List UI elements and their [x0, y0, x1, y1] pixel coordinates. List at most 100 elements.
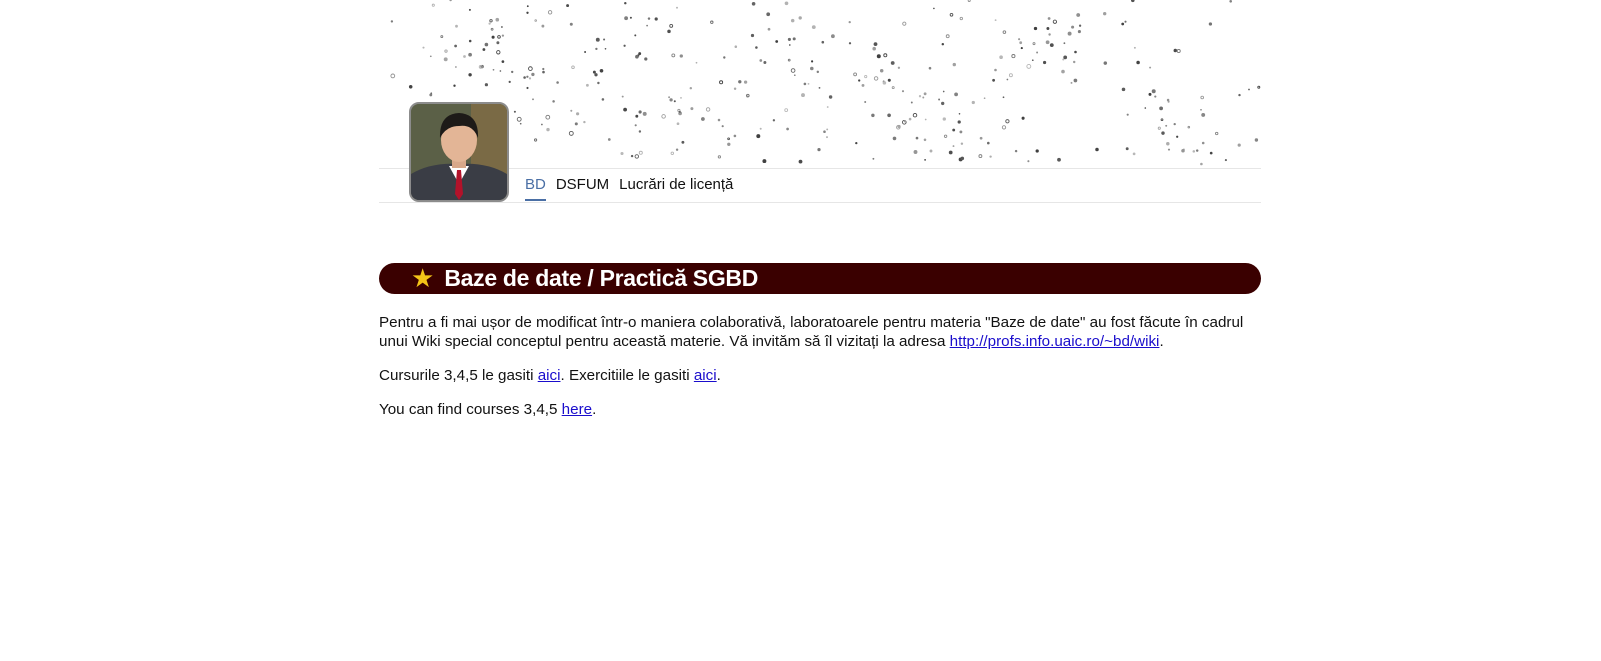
courses-link[interactable]: aici	[538, 367, 561, 384]
header: BD DSFUM Lucrări de licență	[379, 0, 1261, 205]
banner-dot	[638, 130, 642, 133]
banner-dot	[954, 92, 959, 97]
banner-dot	[1074, 50, 1077, 54]
banner-dot	[531, 72, 535, 77]
banner-dot	[994, 19, 997, 22]
banner-dot	[717, 155, 722, 159]
banner-dot	[733, 87, 737, 91]
banner-dot	[1095, 147, 1099, 152]
banner-dot	[882, 81, 887, 85]
banner-dot	[1001, 125, 1007, 130]
wiki-link[interactable]: http://profs.info.uaic.ro/~bd/wiki	[950, 333, 1160, 350]
tab-bd[interactable]: BD	[525, 176, 546, 201]
banner-dot	[1061, 69, 1065, 74]
banner-dot	[943, 134, 948, 138]
page-title: Baze de date / Practică SGBD	[444, 265, 759, 291]
banner-dot	[1073, 78, 1078, 83]
banner-dot	[915, 136, 919, 140]
banner-dot	[1151, 89, 1156, 94]
banner-dot	[816, 70, 820, 74]
banner-dot	[901, 90, 905, 93]
dots-pattern	[390, 0, 1261, 166]
banner-dot	[422, 46, 425, 49]
banner-dot	[620, 151, 624, 156]
here-link[interactable]: here	[562, 401, 592, 418]
banner-dot	[516, 116, 522, 122]
banner-dot	[429, 55, 432, 58]
banner-dot	[623, 44, 626, 47]
banner-dot	[597, 81, 600, 85]
banner-dot	[1237, 143, 1241, 147]
banner-dot	[1049, 43, 1054, 47]
banner-dot	[1160, 118, 1164, 122]
banner-dot	[670, 151, 675, 156]
banner-dot	[523, 76, 526, 79]
exercises-link[interactable]: aici	[694, 367, 717, 384]
banner-dot	[994, 68, 997, 72]
banner-dot	[983, 97, 986, 100]
paragraph-wiki: Pentru a fi mai ușor de modificat într-o…	[379, 313, 1249, 351]
banner-dot	[1133, 46, 1136, 49]
banner-dot	[938, 98, 941, 101]
tab-dsfum[interactable]: DSFUM	[556, 176, 609, 201]
banner-dot	[1132, 152, 1136, 156]
banner-dot	[532, 98, 534, 101]
banner-dot	[923, 138, 927, 142]
banner-dot	[1173, 48, 1178, 53]
banner-dot	[826, 136, 828, 139]
banner-dot	[924, 118, 927, 121]
banner-dot	[872, 157, 875, 160]
banner-dot	[1046, 27, 1050, 30]
banner-dot	[727, 142, 731, 146]
banner-dot	[1121, 87, 1126, 92]
banner-dot	[717, 118, 721, 122]
banner-dot	[759, 59, 763, 62]
banner-dot	[876, 54, 881, 59]
banner-dot	[873, 42, 878, 46]
banner-dot	[928, 66, 932, 70]
banner-dot	[552, 100, 555, 103]
banner-dot	[455, 66, 457, 68]
banner-dot	[913, 150, 918, 154]
banner-dot	[811, 60, 814, 63]
banner-dot	[570, 109, 573, 112]
banner-dot	[751, 2, 756, 6]
banner-dot	[902, 21, 907, 26]
banner-dot	[790, 68, 796, 73]
banner-dot	[492, 68, 495, 71]
banner-dot	[654, 17, 658, 21]
banner-dot	[743, 80, 748, 84]
banner-dot	[960, 156, 965, 161]
banner-dot	[647, 17, 651, 20]
banner-dot	[1045, 40, 1050, 45]
banner-dot	[941, 42, 945, 46]
banner-dot	[576, 112, 580, 116]
banner-dot	[788, 44, 791, 46]
banner-dot	[566, 4, 570, 8]
banner-dot	[1195, 149, 1199, 152]
banner-dot	[1071, 25, 1075, 29]
banner-dot	[642, 111, 647, 116]
banner-dot	[957, 120, 961, 124]
banner-dot	[798, 16, 802, 20]
banner-dot	[960, 142, 964, 145]
banner-dot	[499, 70, 502, 72]
banner-dot	[818, 86, 821, 89]
banner-dot	[864, 75, 868, 79]
banner-dot	[959, 16, 963, 21]
banner-dot	[1019, 41, 1023, 45]
banner-dot	[763, 61, 767, 64]
banner-dot	[583, 120, 586, 124]
banner-dot	[1187, 125, 1191, 129]
banner-dot	[992, 78, 996, 82]
tab-lucrari-licenta[interactable]: Lucrări de licență	[619, 176, 733, 201]
banner-dot	[864, 101, 867, 103]
banner-dot	[571, 65, 575, 69]
banner-dot	[738, 80, 742, 84]
banner-dot	[585, 83, 589, 87]
banner-dot	[519, 122, 522, 125]
banner-dot	[1176, 49, 1181, 54]
banner-dot	[952, 128, 956, 132]
banner-dot	[933, 7, 935, 10]
banner-dot	[569, 22, 573, 26]
